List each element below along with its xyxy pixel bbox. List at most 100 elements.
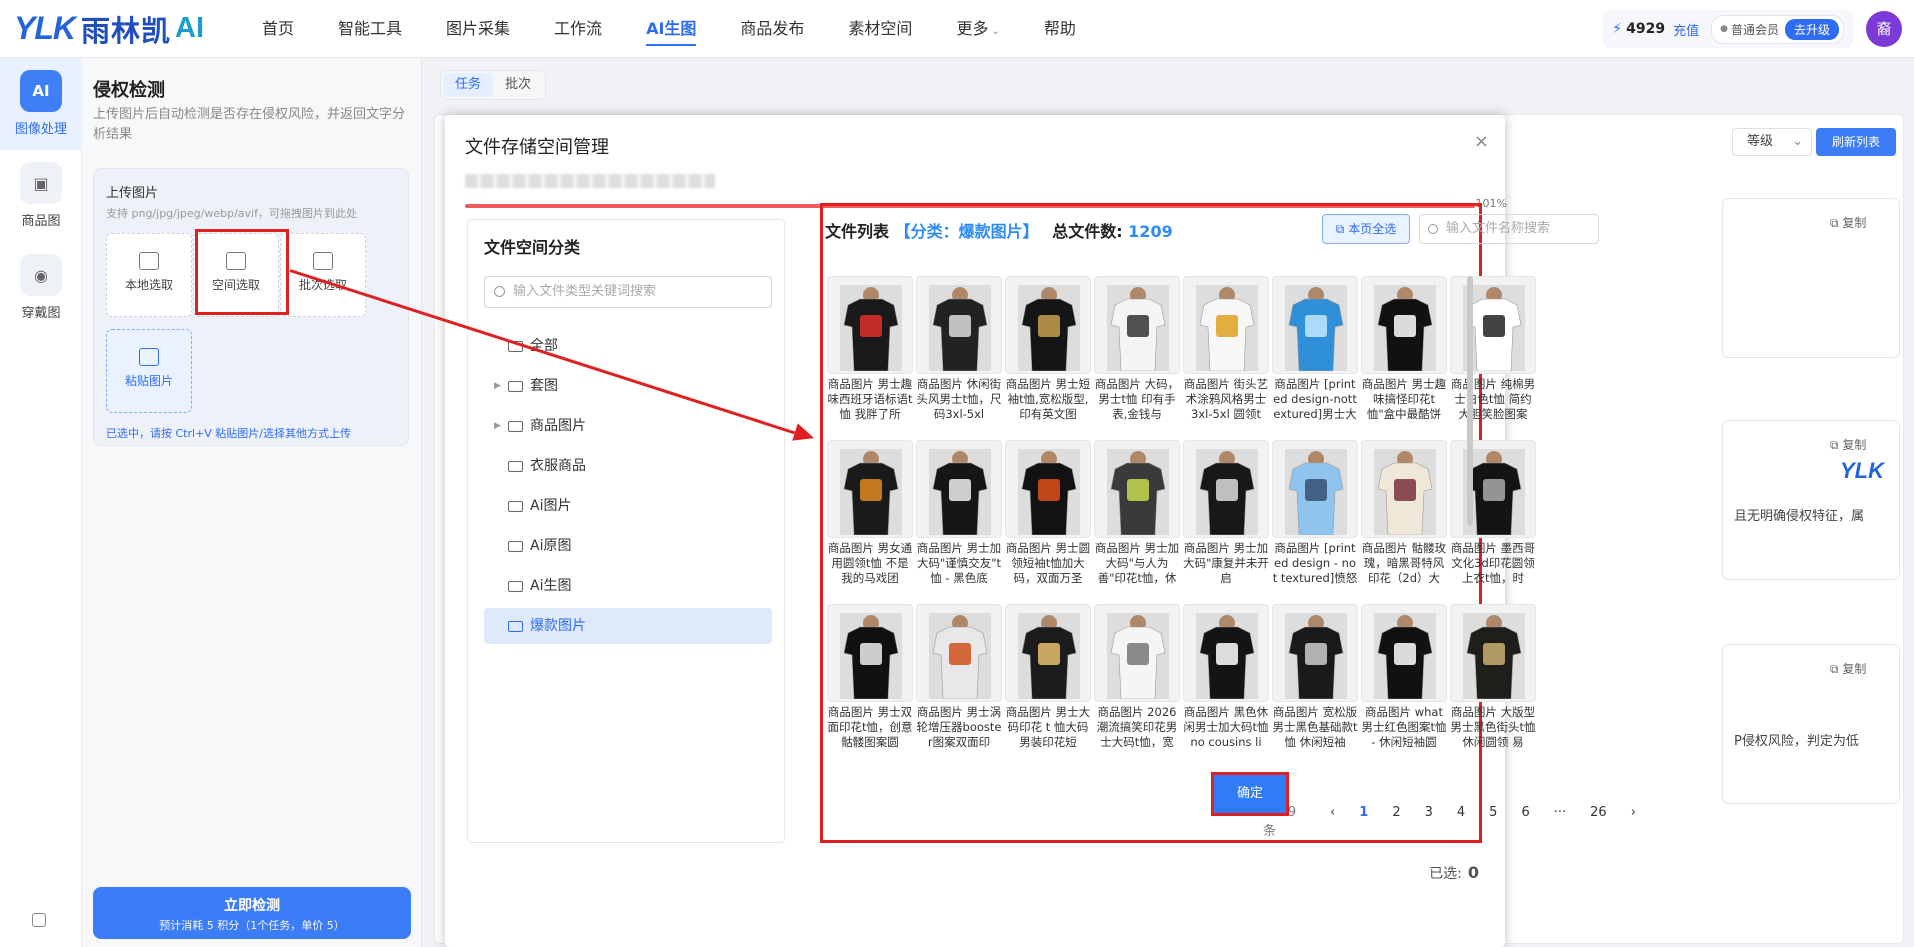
file-thumbnail[interactable]	[1272, 440, 1358, 538]
prev-page-icon[interactable]: ‹	[1330, 805, 1335, 820]
page-number[interactable]: 4	[1457, 805, 1465, 820]
file-card[interactable]: 商品图片 [print ed design-nottextured]男士大	[1272, 276, 1358, 436]
file-card[interactable]: 商品图片 男士涡轮增压器booster图案双面印	[916, 604, 1002, 764]
tab-batch[interactable]: 批次	[493, 73, 543, 97]
file-card[interactable]: 商品图片 男士圆领短袖t恤加大码，双面万圣	[1005, 440, 1091, 600]
nav-help[interactable]: 帮助	[1044, 0, 1076, 58]
tab-task[interactable]: 任务	[443, 73, 494, 97]
file-card[interactable]: 商品图片 宽松版男士黑色基础款t恤 休闲短袖	[1272, 604, 1358, 764]
phone-icon[interactable]	[32, 913, 46, 927]
file-card[interactable]: 商品图片 黑色休闲男士加大码t恤 no cousins li	[1183, 604, 1269, 764]
page-number[interactable]: 1	[1359, 805, 1368, 820]
copy-button[interactable]: ⧉ 复制	[1830, 214, 1866, 231]
file-thumbnail[interactable]	[827, 604, 913, 702]
copy-button[interactable]: ⧉ 复制	[1830, 436, 1866, 453]
file-thumbnail[interactable]	[1183, 604, 1269, 702]
upgrade-button[interactable]: 去升级	[1784, 18, 1839, 40]
file-thumbnail[interactable]	[916, 440, 1002, 538]
category-item[interactable]: 爆款图片	[484, 608, 772, 644]
file-card[interactable]: 商品图片 [print ed design - not textured]愤怒大	[1272, 440, 1358, 600]
file-thumbnail[interactable]	[1361, 604, 1447, 702]
category-search-input[interactable]: 输入文件类型关键词搜索	[484, 276, 772, 308]
file-thumbnail[interactable]	[1450, 604, 1536, 702]
page-number[interactable]: 2	[1392, 805, 1400, 820]
file-card[interactable]: 商品图片 男士加大码"康复并未开启	[1183, 440, 1269, 600]
file-card[interactable]: 商品图片 街头艺术涂鸦风格男士3xl-5xl 圆领t	[1183, 276, 1269, 436]
file-card[interactable]: 商品图片 男女通用圆领t恤 不是我的马戏团	[827, 440, 913, 600]
file-thumbnail[interactable]	[1005, 604, 1091, 702]
file-thumbnail[interactable]	[1450, 276, 1536, 374]
file-card[interactable]: 商品图片 男士加大码"与人为善"印花t恤，休	[1094, 440, 1180, 600]
category-item[interactable]: Ai图片	[484, 488, 772, 524]
category-item[interactable]: Ai生图	[484, 568, 772, 604]
close-icon[interactable]: ×	[1474, 131, 1489, 152]
file-thumbnail[interactable]	[1272, 604, 1358, 702]
nav-ai-generate[interactable]: AI生图	[646, 0, 697, 58]
file-thumbnail[interactable]	[916, 276, 1002, 374]
refresh-list-button[interactable]: 刷新列表	[1816, 128, 1896, 156]
nav-product-publish[interactable]: 商品发布	[740, 0, 804, 58]
paste-image-button[interactable]: 粘贴图片	[106, 329, 192, 413]
file-card[interactable]: 商品图片 大码，男士t恤 印有手表,金钱与	[1094, 276, 1180, 436]
detect-button[interactable]: 立即检测 预计消耗 5 积分（1个任务，单价 5）	[93, 887, 411, 939]
file-card[interactable]: 商品图片 休闲街头风男士t恤，尺码3xl-5xl	[916, 276, 1002, 436]
file-search-input[interactable]: 输入文件名称搜索	[1419, 214, 1599, 244]
file-card[interactable]: 商品图片 男士大码印花 t 恤大码男装印花短	[1005, 604, 1091, 764]
avatar[interactable]: 裔	[1866, 11, 1902, 47]
category-item[interactable]: 衣服商品	[484, 448, 772, 484]
nav-home[interactable]: 首页	[262, 0, 294, 58]
level-select[interactable]: 等级 ⌄	[1732, 128, 1812, 156]
file-card[interactable]: 商品图片 男士趣味搞怪印花t恤"盒中最酷饼	[1361, 276, 1447, 436]
file-thumbnail[interactable]	[1361, 276, 1447, 374]
local-pick-button[interactable]: 本地选取	[106, 233, 192, 317]
floating-logo[interactable]: YLK	[1840, 458, 1884, 494]
file-card[interactable]: 商品图片 what 男士红色图案t恤 - 休闲短袖圆	[1361, 604, 1447, 764]
file-card[interactable]: 商品图片 纯棉男士白色t恤 简约大胆笑脸图案	[1450, 276, 1536, 436]
rail-wearing-image[interactable]: ◉ 穿戴图	[0, 242, 82, 334]
category-item[interactable]: Ai原图	[484, 528, 772, 564]
page-number[interactable]: 3	[1425, 805, 1433, 820]
nav-material-space[interactable]: 素材空间	[848, 0, 912, 58]
file-card[interactable]: 商品图片 墨西哥文化3d印花圆领上衣t恤，时	[1450, 440, 1536, 600]
file-thumbnail[interactable]	[916, 604, 1002, 702]
category-item[interactable]: ▶ 套图	[484, 368, 772, 404]
file-thumbnail[interactable]	[1183, 440, 1269, 538]
nav-more[interactable]: 更多 ⌄	[956, 0, 999, 58]
nav-image-collect[interactable]: 图片采集	[446, 0, 510, 58]
brand-logo[interactable]: YLK 雨林凯 AI	[14, 8, 224, 50]
file-card[interactable]: 商品图片 男士双面印花t恤，创意骷髅图案圆	[827, 604, 913, 764]
file-thumbnail[interactable]	[827, 276, 913, 374]
file-thumbnail[interactable]	[1450, 440, 1536, 538]
page-number[interactable]: 26	[1590, 805, 1607, 820]
file-thumbnail[interactable]	[1183, 276, 1269, 374]
file-thumbnail[interactable]	[1361, 440, 1447, 538]
select-page-button[interactable]: ⧉ 本页全选	[1322, 214, 1410, 244]
file-card[interactable]: 商品图片 骷髅玫瑰，暗黑哥特风印花（2d）大	[1361, 440, 1447, 600]
file-thumbnail[interactable]	[1094, 440, 1180, 538]
page-number[interactable]: 5	[1489, 805, 1497, 820]
rail-image-processing[interactable]: AI 图像处理	[0, 58, 82, 150]
expand-arrow-icon[interactable]: ▶	[494, 408, 501, 444]
file-card[interactable]: 商品图片 男士趣味西班牙语标语t恤 我胖了所	[827, 276, 913, 436]
confirm-button[interactable]: 确定	[1211, 772, 1289, 816]
file-card[interactable]: 商品图片 2026潮流搞笑印花男士大码t恤，宽	[1094, 604, 1180, 764]
file-thumbnail[interactable]	[1005, 440, 1091, 538]
rail-product-image[interactable]: ▣ 商品图	[0, 150, 82, 242]
nav-workflow[interactable]: 工作流	[554, 0, 602, 58]
file-thumbnail[interactable]	[1094, 276, 1180, 374]
file-card[interactable]: 商品图片 大版型男士黑色街头t恤 休闲圆领 易	[1450, 604, 1536, 764]
expand-arrow-icon[interactable]: ▶	[494, 368, 501, 404]
copy-button[interactable]: ⧉ 复制	[1830, 660, 1866, 677]
page-number[interactable]: ···	[1554, 805, 1566, 820]
file-card[interactable]: 商品图片 男士短袖t恤,宽松版型,印有英文图	[1005, 276, 1091, 436]
next-page-icon[interactable]: ›	[1631, 805, 1636, 820]
recharge-link[interactable]: 充值	[1673, 20, 1699, 39]
file-thumbnail[interactable]	[827, 440, 913, 538]
file-thumbnail[interactable]	[1272, 276, 1358, 374]
page-number[interactable]: 6	[1521, 805, 1529, 820]
batch-pick-button[interactable]: 批次选取	[280, 233, 366, 317]
grid-scrollbar[interactable]	[1467, 276, 1473, 526]
file-thumbnail[interactable]	[1094, 604, 1180, 702]
nav-smart-tools[interactable]: 智能工具	[338, 0, 402, 58]
file-card[interactable]: 商品图片 男士加大码"谨慎交友"t恤 - 黑色底	[916, 440, 1002, 600]
